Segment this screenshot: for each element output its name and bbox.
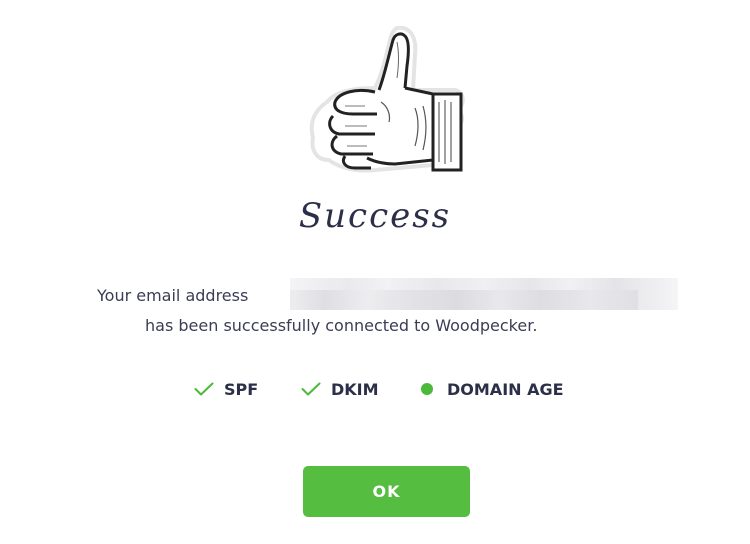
message-prefix: Your email address (97, 286, 249, 305)
message-suffix: has been successfully connected to Woodp… (145, 316, 538, 335)
check-domain-age: DOMAIN AGE (421, 377, 564, 401)
check-icon (301, 382, 321, 396)
check-dkim: DKIM (301, 377, 379, 401)
check-spf: SPF (194, 377, 258, 401)
success-title: Success (298, 196, 452, 236)
check-spf-label: SPF (224, 379, 259, 399)
verification-checks: SPF DKIM DOMAIN AGE (0, 377, 750, 401)
check-icon (194, 382, 214, 396)
status-dot-icon (421, 383, 433, 395)
redacted-email (290, 278, 678, 310)
check-domain-age-label: DOMAIN AGE (447, 379, 564, 399)
thumbs-up-icon (309, 25, 465, 173)
check-dkim-label: DKIM (331, 379, 379, 399)
ok-button[interactable]: OK (303, 466, 470, 517)
